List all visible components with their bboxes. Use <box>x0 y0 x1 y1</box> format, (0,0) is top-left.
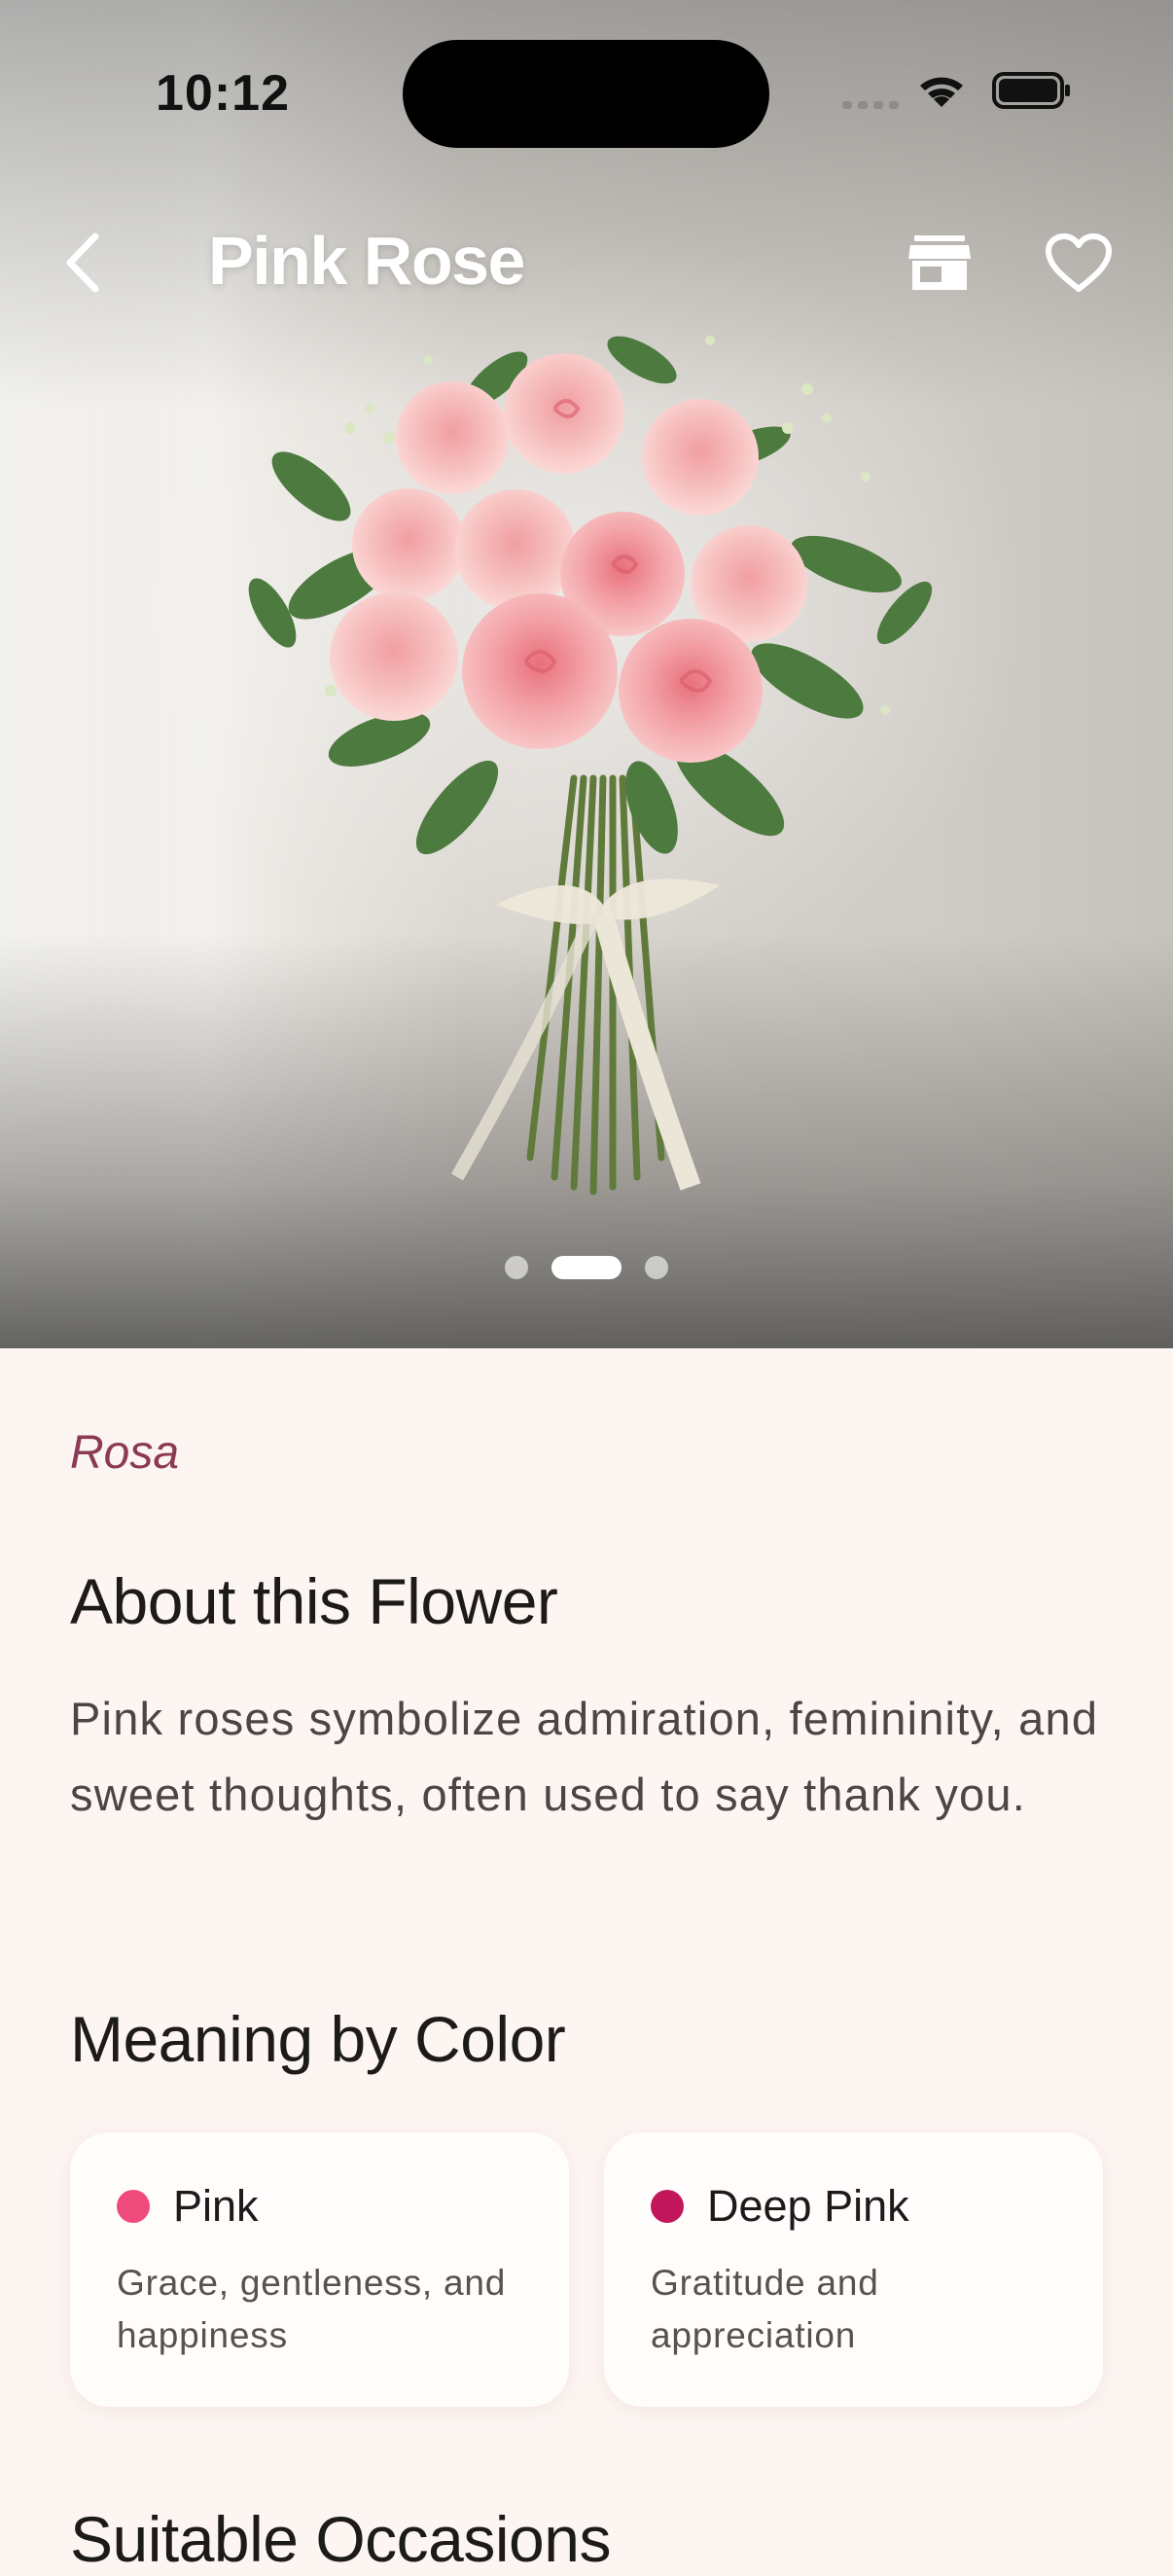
storefront-icon <box>908 235 971 290</box>
wifi-icon <box>920 77 963 107</box>
occasions-section-title: Suitable Occasions <box>70 2503 611 2575</box>
page-dot[interactable] <box>505 1256 528 1279</box>
color-name: Pink <box>173 2181 259 2231</box>
bouquet-illustration <box>248 336 933 1196</box>
status-icons <box>842 72 1070 109</box>
color-swatch <box>117 2190 150 2223</box>
flower-photo[interactable]: 10:12 Pink Rose <box>0 0 1173 1348</box>
gallery-page-indicator[interactable] <box>0 1255 1173 1280</box>
about-section-title: About this Flower <box>70 1565 558 1637</box>
battery-icon <box>992 72 1070 109</box>
page-dot-active[interactable] <box>551 1256 622 1279</box>
color-meaning-text: Grace, gentleness, and happiness <box>117 2263 507 2355</box>
color-meaning-card-deep-pink[interactable]: Deep Pink Gratitude and appreciation <box>604 2132 1103 2407</box>
chevron-left-icon <box>66 233 99 293</box>
favorite-button[interactable] <box>1037 222 1120 304</box>
color-name: Deep Pink <box>707 2181 909 2231</box>
scientific-name: Rosa <box>70 1427 180 1479</box>
dynamic-island <box>403 40 769 148</box>
meaning-section-title: Meaning by Color <box>70 2003 566 2075</box>
shop-button[interactable] <box>899 226 980 300</box>
page-dot[interactable] <box>645 1256 668 1279</box>
status-time: 10:12 <box>156 65 290 122</box>
color-swatch <box>651 2190 684 2223</box>
about-description: Pink roses symbolize admiration, feminin… <box>70 1693 1099 1820</box>
signal-icon <box>842 101 899 109</box>
heart-outline-icon <box>1046 233 1112 292</box>
color-meaning-text: Gratitude and appreciation <box>651 2263 879 2355</box>
color-meaning-cards: Pink Grace, gentleness, and happiness De… <box>70 2132 1103 2407</box>
page-title: Pink Rose <box>208 223 525 299</box>
back-button[interactable] <box>51 222 113 304</box>
color-meaning-card-pink[interactable]: Pink Grace, gentleness, and happiness <box>70 2132 569 2407</box>
